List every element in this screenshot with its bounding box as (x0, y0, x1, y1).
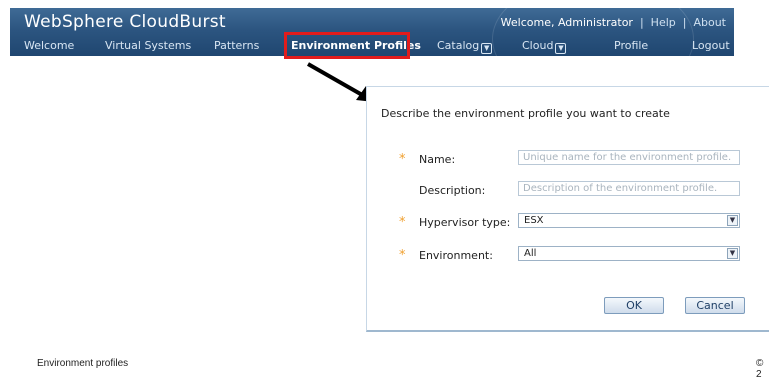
name-row: * Name: (367, 150, 769, 168)
welcome-text: Welcome, Administrator (500, 16, 633, 29)
dialog-title: Describe the environment profile you wan… (381, 107, 670, 120)
hypervisor-label: Hypervisor type: (419, 216, 511, 229)
hypervisor-row: * Hypervisor type: ESX ▼ (367, 213, 769, 231)
hypervisor-value: ESX (524, 215, 544, 226)
nav-cloud[interactable]: Cloud ▼ (522, 39, 567, 54)
chevron-down-icon: ▼ (481, 43, 493, 54)
nav-patterns[interactable]: Patterns (214, 39, 259, 52)
nav-welcome[interactable]: Welcome (24, 39, 74, 52)
environment-select[interactable]: All ▼ (518, 246, 740, 261)
footer-caption: Environment profiles (37, 358, 129, 369)
separator: | (682, 16, 687, 29)
name-input[interactable] (518, 150, 740, 165)
about-link[interactable]: About (693, 16, 726, 29)
required-marker: * (399, 248, 406, 263)
footer-copyright: © 2 (756, 358, 764, 380)
ok-button[interactable]: OK (604, 297, 664, 314)
nav-cloud-label: Cloud (522, 39, 554, 52)
environment-value: All (524, 248, 537, 259)
separator: | (639, 16, 644, 29)
required-marker: * (399, 215, 406, 230)
environment-row: * Environment: All ▼ (367, 246, 769, 264)
chevron-down-icon[interactable]: ▼ (727, 248, 738, 259)
name-label: Name: (419, 153, 456, 166)
environment-label: Environment: (419, 249, 493, 262)
description-label: Description: (419, 184, 486, 197)
nav-catalog[interactable]: Catalog ▼ (437, 39, 493, 54)
chevron-down-icon: ▼ (555, 43, 567, 54)
description-input[interactable] (518, 181, 740, 196)
hypervisor-select[interactable]: ESX ▼ (518, 213, 740, 228)
highlight-box (284, 32, 410, 59)
description-row: Description: (367, 181, 769, 199)
chevron-down-icon[interactable]: ▼ (727, 215, 738, 226)
nav-catalog-label: Catalog (437, 39, 480, 52)
user-area: Welcome, Administrator | Help | About (501, 16, 726, 29)
nav-virtual-systems[interactable]: Virtual Systems (105, 39, 191, 52)
create-environment-profile-dialog: Describe the environment profile you wan… (366, 86, 769, 332)
required-marker: * (399, 152, 406, 167)
nav-profile[interactable]: Profile (614, 39, 648, 52)
help-link[interactable]: Help (651, 16, 676, 29)
nav-logout[interactable]: Logout (692, 39, 730, 52)
cancel-button[interactable]: Cancel (685, 297, 745, 314)
app-title: WebSphere CloudBurst (24, 12, 226, 32)
